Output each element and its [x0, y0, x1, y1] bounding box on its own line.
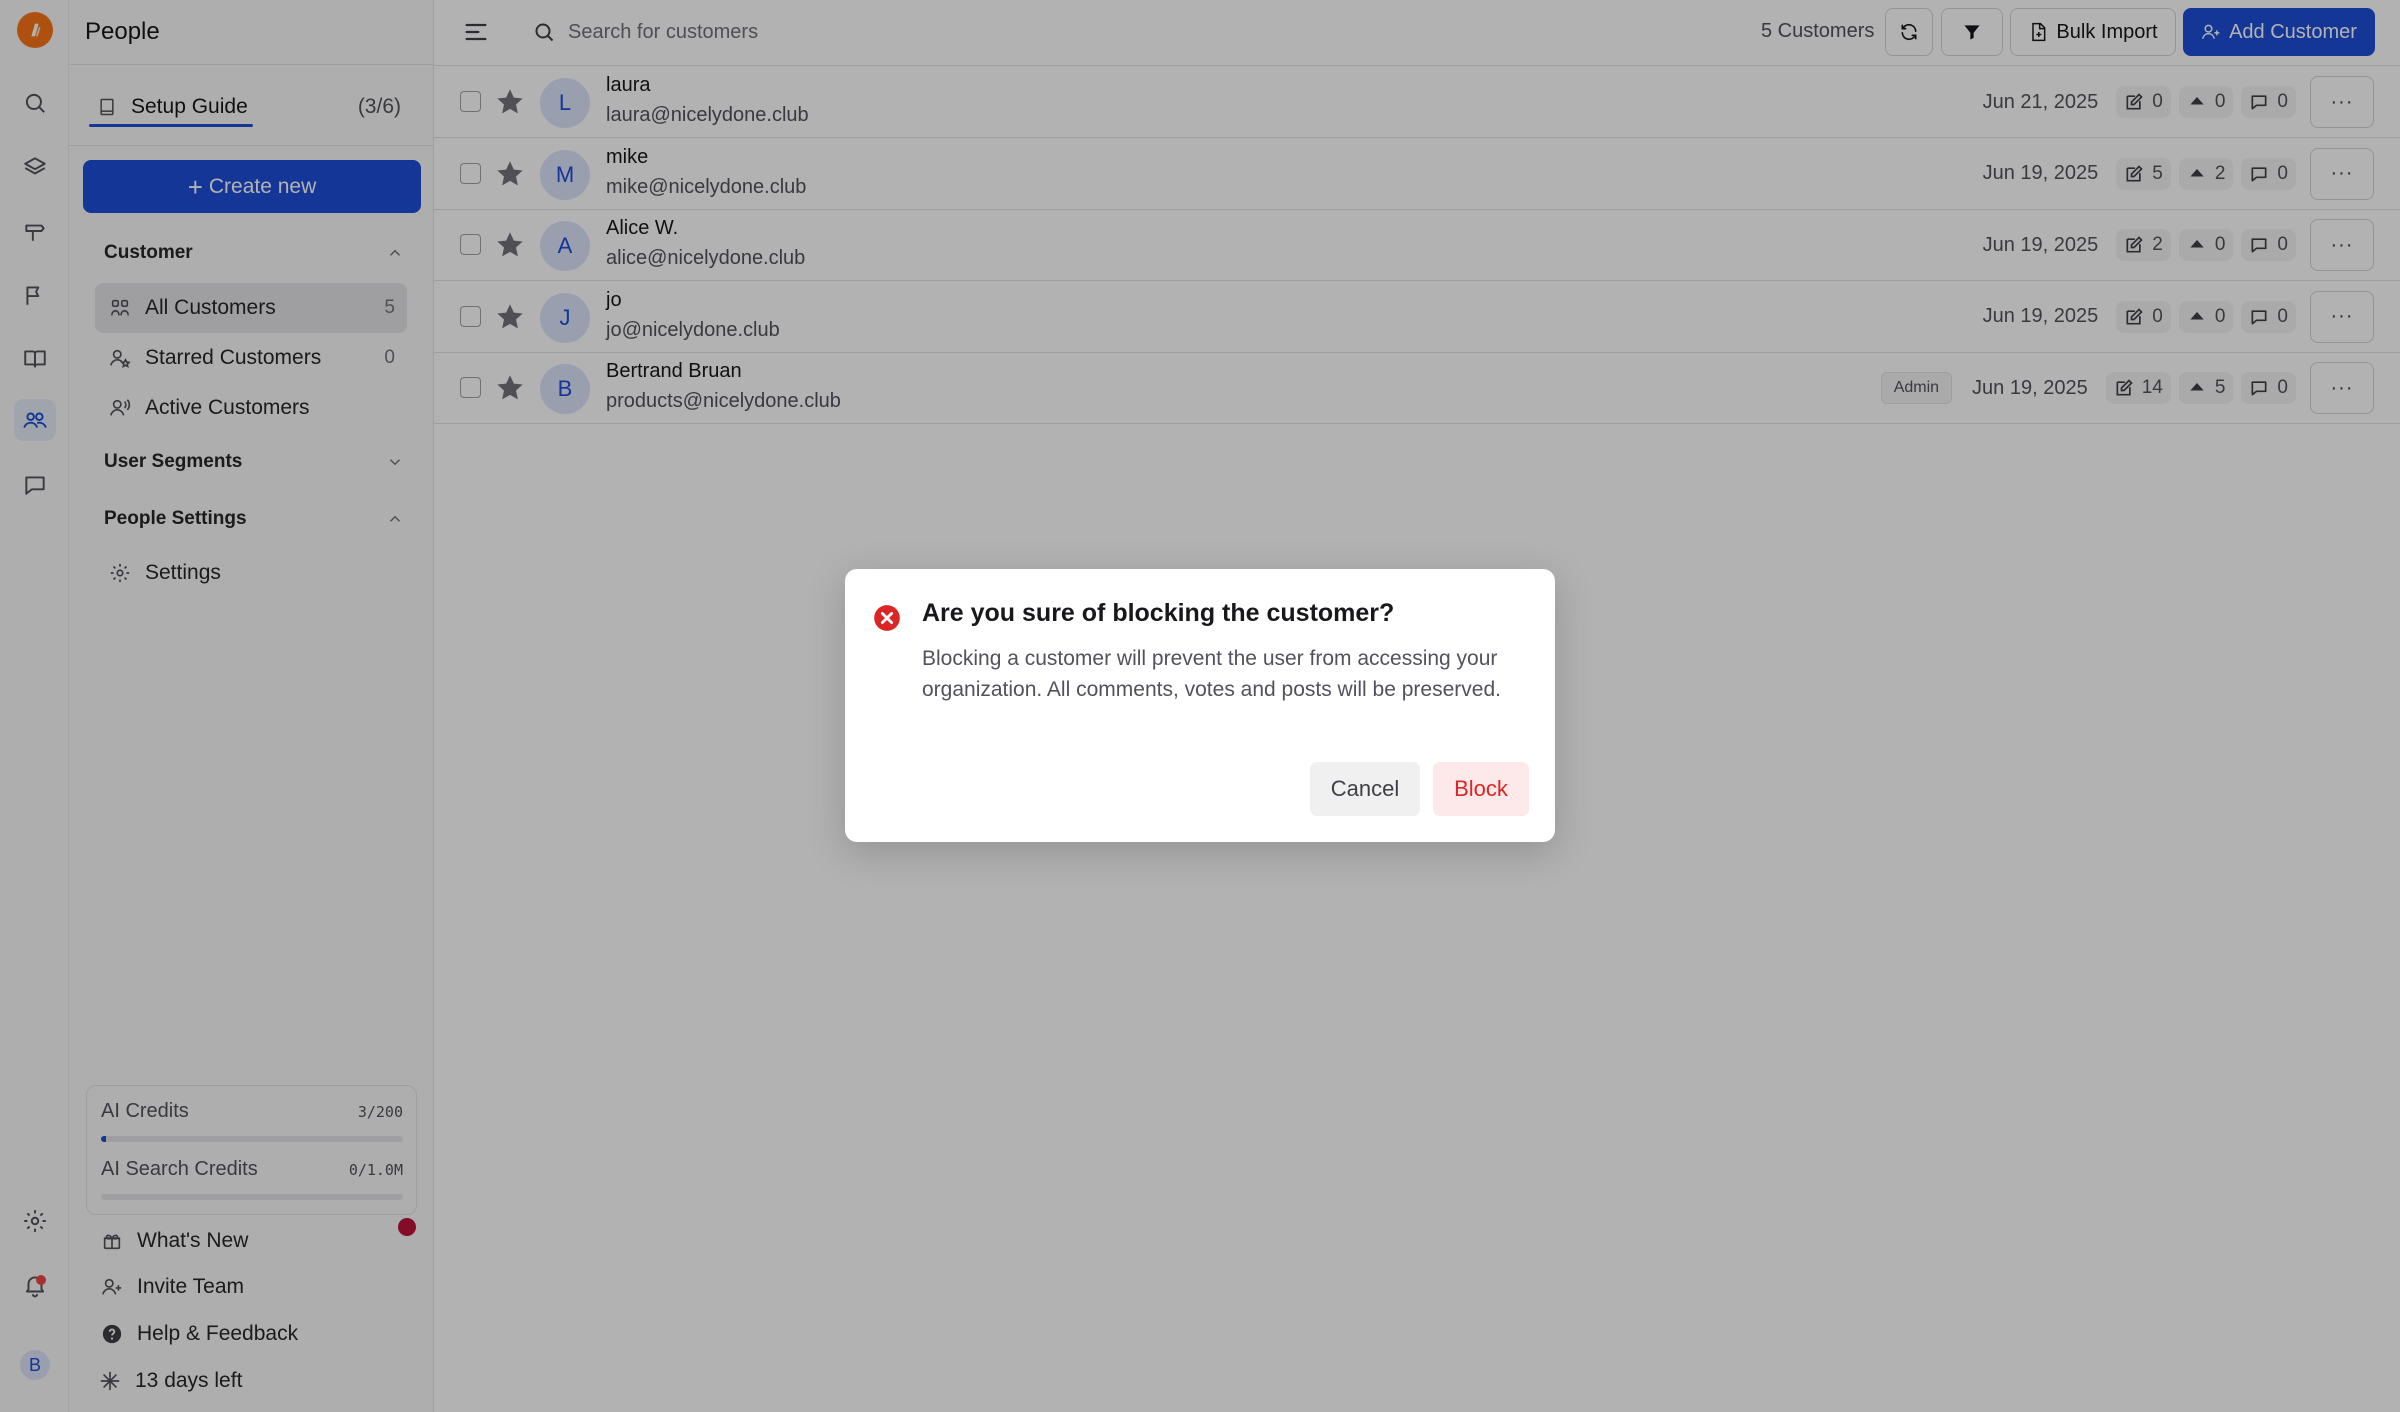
dialog-body: Blocking a customer will prevent the use… [922, 647, 1501, 701]
cancel-button[interactable]: Cancel [1310, 762, 1420, 816]
error-circle-icon [874, 605, 900, 631]
block-button[interactable]: Block [1433, 762, 1529, 816]
dialog-title: Are you sure of blocking the customer? [922, 599, 1395, 627]
block-customer-dialog: Are you sure of blocking the customer? B… [845, 569, 1555, 842]
